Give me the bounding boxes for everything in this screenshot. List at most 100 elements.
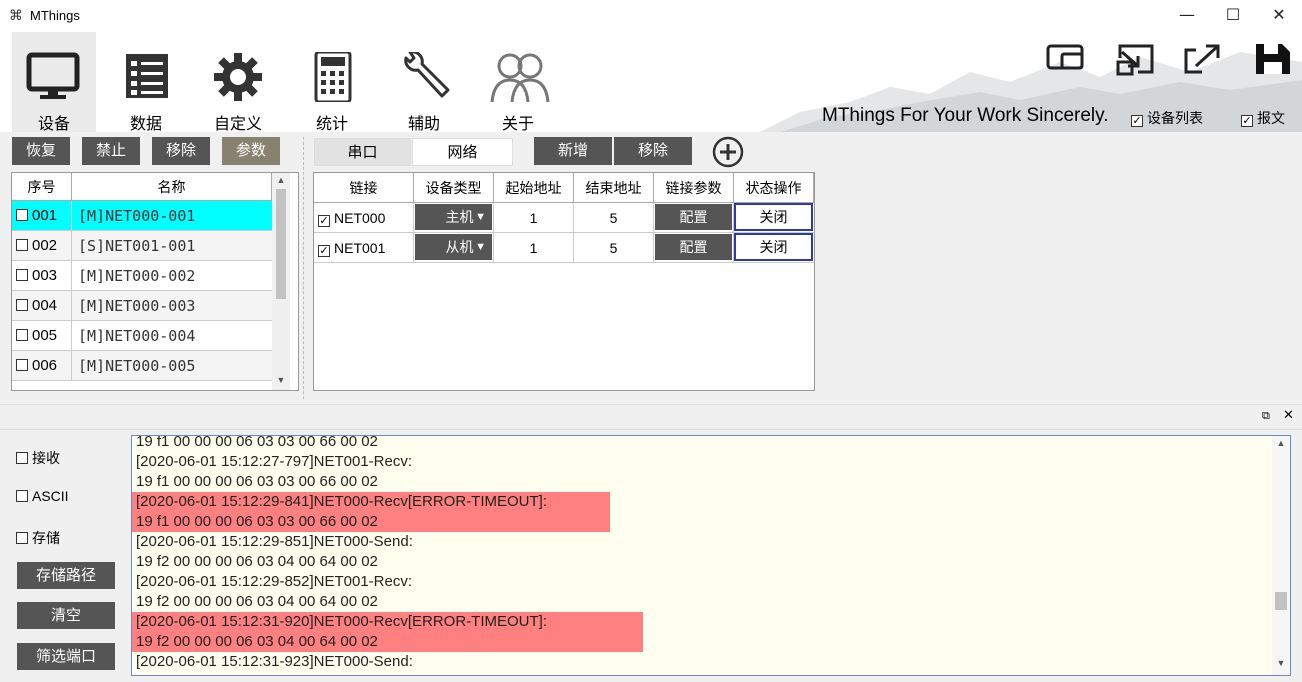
- start-address-cell[interactable]: 1: [494, 233, 574, 263]
- device-type-dropdown[interactable]: 从机 ▼: [415, 234, 492, 260]
- column-header-status-action: 状态操作: [734, 173, 814, 203]
- row-name: [S]NET001-001: [78, 237, 196, 255]
- tab-data[interactable]: 数据: [104, 32, 188, 132]
- tab-serial[interactable]: 串口: [314, 138, 411, 166]
- log-line-error: 19 f2 00 00 00 06 03 04 00 64 00 02: [132, 632, 643, 652]
- checkbox-icon[interactable]: [16, 239, 28, 251]
- link-cell: ✓ NET001: [314, 233, 414, 263]
- close-link-button[interactable]: 关闭: [734, 203, 813, 231]
- end-address-cell[interactable]: 5: [574, 233, 654, 263]
- scroll-up-icon[interactable]: ▲: [1272, 438, 1290, 452]
- config-button[interactable]: 配置: [655, 204, 732, 230]
- remove-link-button[interactable]: 移除: [614, 137, 692, 165]
- ascii-checkbox[interactable]: ASCII: [16, 488, 69, 504]
- checkbox-icon[interactable]: [16, 299, 28, 311]
- chevron-down-icon: ▼: [475, 211, 486, 223]
- scroll-thumb[interactable]: [1275, 592, 1287, 610]
- tab-about-label: 关于: [501, 116, 534, 132]
- log-line: 19 f1 00 00 00 06 03 03 00 66 00 02: [136, 473, 378, 490]
- maximize-button[interactable]: ☐: [1210, 0, 1256, 32]
- end-address-cell[interactable]: 5: [574, 203, 654, 233]
- checkbox-checked-icon[interactable]: ✓: [318, 245, 330, 257]
- table-row[interactable]: 003 [M]NET000-002: [12, 261, 272, 291]
- checkbox-icon[interactable]: [16, 269, 28, 281]
- filter-port-button[interactable]: 筛选端口: [17, 643, 115, 670]
- log-line-error: [2020-06-01 15:12:29-841]NET000-Recv[ERR…: [132, 492, 610, 512]
- table-row[interactable]: 001 [M]NET000-001: [12, 201, 272, 231]
- store-label: 存储: [32, 530, 60, 546]
- device-table-scrollbar[interactable]: ▲ ▼: [272, 173, 290, 390]
- minimize-button[interactable]: —: [1164, 0, 1210, 32]
- device-list-checkbox[interactable]: ✓ 设备列表: [1131, 108, 1203, 128]
- receive-checkbox[interactable]: 接收: [16, 448, 60, 468]
- add-link-button[interactable]: 新增: [534, 137, 612, 165]
- panel-separator: [303, 137, 304, 399]
- message-checkbox[interactable]: ✓ 报文: [1241, 108, 1285, 128]
- tab-device[interactable]: 设备: [12, 32, 96, 132]
- checkbox-icon[interactable]: [16, 359, 28, 371]
- close-panel-icon[interactable]: ✕: [1283, 408, 1294, 423]
- store-path-button[interactable]: 存储路径: [17, 562, 115, 589]
- app-logo-icon: ⌘: [9, 7, 23, 23]
- scroll-thumb[interactable]: [276, 189, 286, 299]
- table-row[interactable]: 005 [M]NET000-004: [12, 321, 272, 351]
- log-scrollbar[interactable]: ▲ ▼: [1272, 436, 1290, 675]
- scroll-down-icon[interactable]: ▼: [272, 375, 290, 389]
- log-line: [2020-06-01 15:12:31-923]NET000-Send:: [136, 653, 413, 670]
- device-list-label: 设备列表: [1147, 110, 1203, 126]
- monitor-icon: [26, 52, 80, 99]
- checkbox-checked-icon: ✓: [1241, 114, 1253, 127]
- restore-button[interactable]: 恢复: [12, 137, 70, 165]
- log-line-error: 19 f1 00 00 00 06 03 03 00 66 00 02: [132, 512, 610, 532]
- column-header-link: 链接: [314, 173, 414, 203]
- config-button[interactable]: 配置: [655, 234, 732, 260]
- add-circle-icon[interactable]: [712, 136, 744, 168]
- status-action-cell: 关闭: [734, 203, 814, 233]
- device-type-dropdown[interactable]: 主机 ▼: [415, 204, 492, 230]
- checkbox-checked-icon: ✓: [1131, 114, 1143, 127]
- tab-network[interactable]: 网络: [412, 138, 513, 166]
- table-row[interactable]: 004 [M]NET000-003: [12, 291, 272, 321]
- link-name: NET000: [334, 210, 386, 226]
- tab-about[interactable]: 关于: [476, 32, 560, 132]
- store-checkbox[interactable]: 存储: [16, 528, 60, 548]
- log-line-error: [2020-06-01 15:12:31-920]NET000-Recv[ERR…: [132, 612, 643, 632]
- params-button[interactable]: 参数: [222, 137, 280, 165]
- restore-window-icon[interactable]: [1046, 42, 1090, 76]
- close-window-button[interactable]: ✕: [1256, 0, 1302, 32]
- tab-assist[interactable]: 辅助: [382, 32, 466, 132]
- tab-custom[interactable]: 自定义: [196, 32, 280, 132]
- clear-log-button[interactable]: 清空: [17, 602, 115, 629]
- window-title: MThings: [30, 8, 80, 23]
- checkbox-checked-icon[interactable]: ✓: [318, 215, 330, 227]
- minimize-to-corner-icon[interactable]: [1114, 42, 1158, 76]
- device-type-value: 主机: [445, 209, 474, 225]
- start-address-cell[interactable]: 1: [494, 203, 574, 233]
- table-row[interactable]: 002 [S]NET001-001: [12, 231, 272, 261]
- checkbox-icon[interactable]: [16, 329, 28, 341]
- column-header-name: 名称: [72, 173, 272, 201]
- calculator-icon: [314, 52, 352, 102]
- row-index: 002: [32, 237, 58, 254]
- save-icon[interactable]: [1250, 42, 1294, 76]
- close-link-button[interactable]: 关闭: [734, 233, 813, 261]
- list-icon: [126, 54, 168, 98]
- log-line: 19 f2 00 00 00 06 03 04 00 64 00 02: [136, 593, 378, 610]
- log-line: 19 f2 00 00 00 06 03 04 00 64 00 02: [136, 553, 378, 570]
- tab-statistics[interactable]: 统计: [290, 32, 374, 132]
- tab-data-label: 数据: [129, 116, 162, 132]
- table-row[interactable]: 006 [M]NET000-005: [12, 351, 272, 381]
- disable-button[interactable]: 禁止: [82, 137, 140, 165]
- message-log[interactable]: 19 f1 00 00 00 06 03 03 00 66 00 02 [202…: [131, 435, 1291, 676]
- float-panel-icon[interactable]: ⧉: [1262, 409, 1270, 423]
- status-action-cell: 关闭: [734, 233, 814, 263]
- title-bar: ⌘ MThings — ☐ ✕: [0, 0, 1302, 32]
- remove-device-button[interactable]: 移除: [152, 137, 210, 165]
- scroll-up-icon[interactable]: ▲: [272, 175, 290, 189]
- tab-device-label: 设备: [37, 116, 70, 132]
- checkbox-icon[interactable]: [16, 209, 28, 221]
- popout-icon[interactable]: [1182, 42, 1226, 76]
- row-name: [M]NET000-003: [78, 297, 196, 315]
- scroll-down-icon[interactable]: ▼: [1272, 658, 1290, 672]
- row-name: [M]NET000-004: [78, 327, 196, 345]
